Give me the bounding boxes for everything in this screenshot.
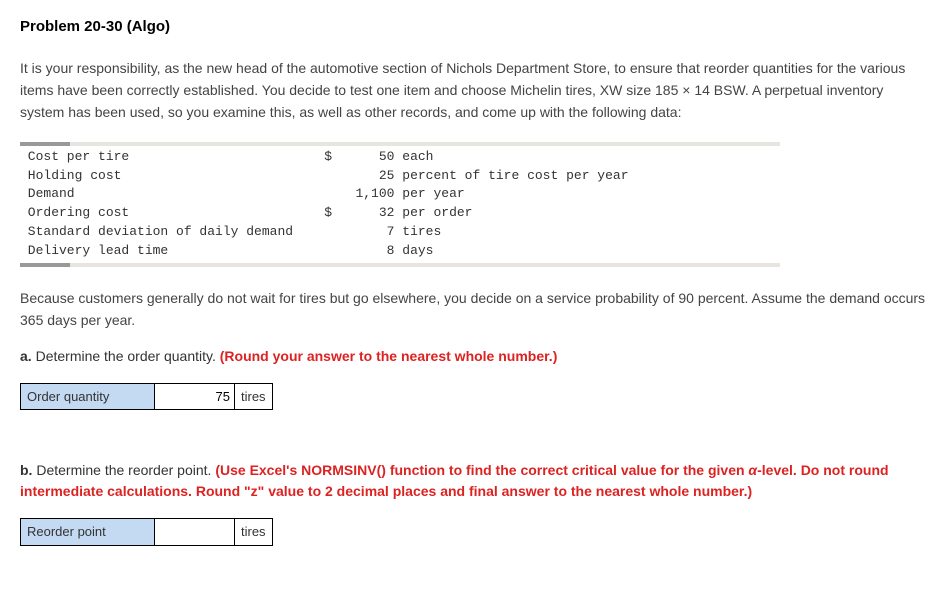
followup-text: Because customers generally do not wait …: [20, 287, 927, 332]
part-b-hint-pre: (Use Excel's NORMSINV() function to find…: [215, 462, 748, 478]
part-a-prompt: a. Determine the order quantity. (Round …: [20, 346, 927, 367]
part-b-letter: b.: [20, 462, 32, 478]
divider-bottom: [20, 263, 780, 267]
part-a-hint: (Round your answer to the nearest whole …: [220, 348, 558, 364]
part-b-hint-end: value to 2 decimal places and final answ…: [264, 483, 752, 499]
part-a-letter: a.: [20, 348, 32, 364]
part-b-label: Reorder point: [20, 518, 155, 546]
part-b-input[interactable]: [155, 518, 235, 546]
part-b-hint-z: "z": [244, 483, 264, 499]
part-b-text: Determine the reorder point.: [36, 462, 211, 478]
part-a-input[interactable]: [155, 383, 235, 411]
part-b-answer-row: Reorder point tires: [20, 518, 927, 546]
problem-title: Problem 20-30 (Algo): [20, 16, 927, 39]
part-b-unit: tires: [235, 518, 273, 546]
intro-text: It is your responsibility, as the new he…: [20, 57, 927, 124]
part-a-unit: tires: [235, 383, 273, 411]
divider-top: [20, 142, 780, 146]
part-b-prompt: b. Determine the reorder point. (Use Exc…: [20, 460, 927, 502]
part-a-answer-row: Order quantity tires: [20, 383, 927, 411]
part-a-text: Determine the order quantity.: [36, 348, 216, 364]
data-block: Cost per tire $ 50 each Holding cost 25 …: [20, 142, 927, 267]
data-table: Cost per tire $ 50 each Holding cost 25 …: [20, 148, 927, 261]
alpha-symbol: α: [748, 462, 757, 478]
part-a-label: Order quantity: [20, 383, 155, 411]
